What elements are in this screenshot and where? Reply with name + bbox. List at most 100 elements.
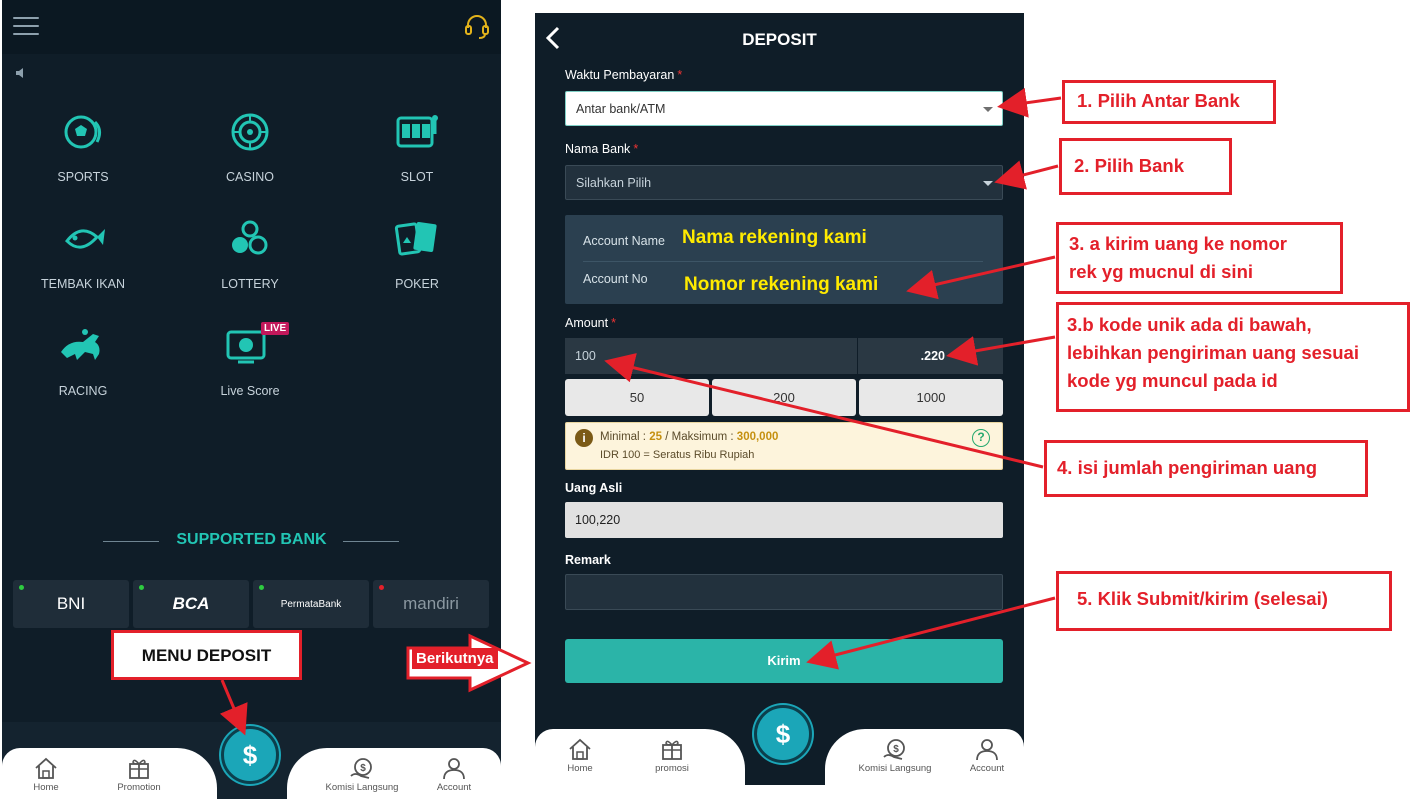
remark-input[interactable] xyxy=(565,574,1003,610)
game-tile-casino[interactable]: CASINO xyxy=(175,108,325,198)
preset-label: 1000 xyxy=(916,390,946,405)
game-tile-racing[interactable]: RACING xyxy=(8,322,158,412)
soccer-ball-icon xyxy=(64,115,102,149)
preset-1000-button[interactable]: 1000 xyxy=(859,379,1003,416)
account-name-label: Account Name xyxy=(583,234,665,248)
callout-text-line: 3. a kirim uang ke nomor xyxy=(1069,233,1287,254)
callout-step-1: 1. Pilih Antar Bank xyxy=(1062,80,1276,124)
game-tile-sports[interactable]: SPORTS xyxy=(8,108,158,198)
status-online-icon xyxy=(139,585,144,590)
kirim-submit-button[interactable]: Kirim xyxy=(565,639,1003,683)
dollar-icon: $ xyxy=(242,740,258,770)
game-tile-live-score[interactable]: LIVE Live Score xyxy=(175,322,325,412)
headset-support-icon[interactable] xyxy=(463,12,491,40)
label-text: Waktu Pembayaran xyxy=(565,68,675,82)
label-text: Nama Bank xyxy=(565,142,631,156)
bank-card-bca[interactable]: BCA xyxy=(133,580,249,628)
status-offline-icon xyxy=(379,585,384,590)
deposit-fab-button[interactable]: $ xyxy=(221,726,279,784)
commission-icon: $ xyxy=(350,758,372,779)
gift-icon xyxy=(662,740,682,760)
game-tile-slot[interactable]: SLOT xyxy=(342,108,492,198)
gift-icon xyxy=(129,759,149,779)
app-header xyxy=(2,0,501,54)
callout-text: 4. isi jumlah pengiriman uang xyxy=(1057,457,1318,478)
live-badge: LIVE xyxy=(261,322,290,335)
max-value: 300,000 xyxy=(736,431,779,443)
nav-account[interactable]: Account xyxy=(414,756,494,793)
nav-label: Promotion xyxy=(117,782,161,793)
nav-home[interactable]: Home xyxy=(540,737,620,774)
nav-komisi[interactable]: $ Komisi Langsung xyxy=(322,756,402,793)
nav-komisi[interactable]: $ Komisi Langsung xyxy=(855,737,935,774)
unique-code: .220 xyxy=(920,349,945,363)
nav-label: Account xyxy=(436,782,472,793)
lottery-balls-icon xyxy=(232,220,268,255)
bank-card-mandiri[interactable]: mandiri xyxy=(373,580,489,628)
game-tile-lottery[interactable]: LOTTERY xyxy=(175,215,325,305)
callout-text: 5. Klik Submit/kirim (selesai) xyxy=(1077,588,1328,609)
home-icon xyxy=(569,738,591,760)
help-icon[interactable]: ? xyxy=(972,429,990,447)
nav-account[interactable]: Account xyxy=(947,737,1024,774)
account-no-value: Nomor rekening kami xyxy=(684,274,879,295)
chevron-down-icon xyxy=(983,107,993,112)
game-label: RACING xyxy=(58,384,108,398)
bank-name: BNI xyxy=(56,594,86,613)
roulette-icon xyxy=(231,113,269,151)
bank-label: Nama Bank * xyxy=(565,142,638,156)
callout-text: 1. Pilih Antar Bank xyxy=(1077,90,1240,111)
game-tile-poker[interactable]: POKER xyxy=(342,215,492,305)
supported-bank-header: SUPPORTED BANK xyxy=(2,530,501,552)
callout-menu-deposit: MENU DEPOSIT xyxy=(111,630,302,680)
status-online-icon xyxy=(19,585,24,590)
speaker-icon[interactable] xyxy=(14,66,28,80)
bank-card-permata[interactable]: PermataBank xyxy=(253,580,369,628)
bank-name: mandiri xyxy=(403,594,459,613)
min-max-text: Minimal : 25 / Maksimum : 300,000 xyxy=(600,431,778,443)
game-label: CASINO xyxy=(226,170,274,184)
slot-machine-icon xyxy=(396,115,438,148)
remark-label: Remark xyxy=(565,553,611,567)
nav-label: Home xyxy=(567,763,593,774)
preset-50-button[interactable]: 50 xyxy=(565,379,709,416)
select-value: Silahkan Pilih xyxy=(576,176,652,190)
horse-racing-icon xyxy=(61,329,100,360)
dollar-icon: $ xyxy=(775,719,791,749)
amount-label: Amount * xyxy=(565,316,616,330)
account-info-box: Account Name Nama rekening kami Account … xyxy=(565,215,1003,304)
bank-name: BCA xyxy=(172,594,210,613)
game-tile-tembak-ikan[interactable]: TEMBAK IKAN xyxy=(8,215,158,305)
nav-promotion[interactable]: Promotion xyxy=(99,756,179,793)
hamburger-menu-icon[interactable] xyxy=(13,17,39,37)
required-marker: * xyxy=(611,316,616,330)
amount-input[interactable]: 100 xyxy=(565,338,857,374)
bank-name: PermataBank xyxy=(280,599,342,610)
waktu-select[interactable]: Antar bank/ATM xyxy=(565,91,1003,126)
callout-step-3b: 3.b kode unik ada di bawah, lebihkan pen… xyxy=(1056,302,1410,412)
uang-asli-label: Uang Asli xyxy=(565,481,623,495)
svg-text:$: $ xyxy=(360,763,366,774)
required-marker: * xyxy=(677,68,683,82)
divider xyxy=(583,261,983,262)
preset-200-button[interactable]: 200 xyxy=(712,379,856,416)
select-value: Antar bank/ATM xyxy=(576,102,666,116)
nav-label: Komisi Langsung xyxy=(325,782,399,793)
callout-text-line: kode yg muncul pada id xyxy=(1067,370,1278,391)
waktu-label: Waktu Pembayaran * xyxy=(565,68,682,82)
nav-home[interactable]: Home xyxy=(6,756,86,793)
tutorial-stage: SPORTS CASINO SLOT TEMBAK IKAN LOTTERY P… xyxy=(0,0,1425,799)
deposit-fab-button[interactable]: $ xyxy=(754,705,812,763)
fish-icon xyxy=(65,229,105,249)
min-value: 25 xyxy=(649,431,663,443)
bank-card-bni[interactable]: BNI xyxy=(13,580,129,628)
callout-step-2: 2. Pilih Bank xyxy=(1059,138,1232,195)
min-label: Minimal : xyxy=(600,431,647,443)
game-label: TEMBAK IKAN xyxy=(40,277,126,291)
bank-select[interactable]: Silahkan Pilih xyxy=(565,165,1003,200)
nav-promosi[interactable]: promosi xyxy=(632,737,712,774)
account-no-label: Account No xyxy=(583,272,648,286)
callout-step-3a: 3. a kirim uang ke nomor rek yg mucnul d… xyxy=(1056,222,1343,294)
callout-step-5: 5. Klik Submit/kirim (selesai) xyxy=(1056,571,1392,631)
callout-text-line: rek yg mucnul di sini xyxy=(1069,261,1254,282)
